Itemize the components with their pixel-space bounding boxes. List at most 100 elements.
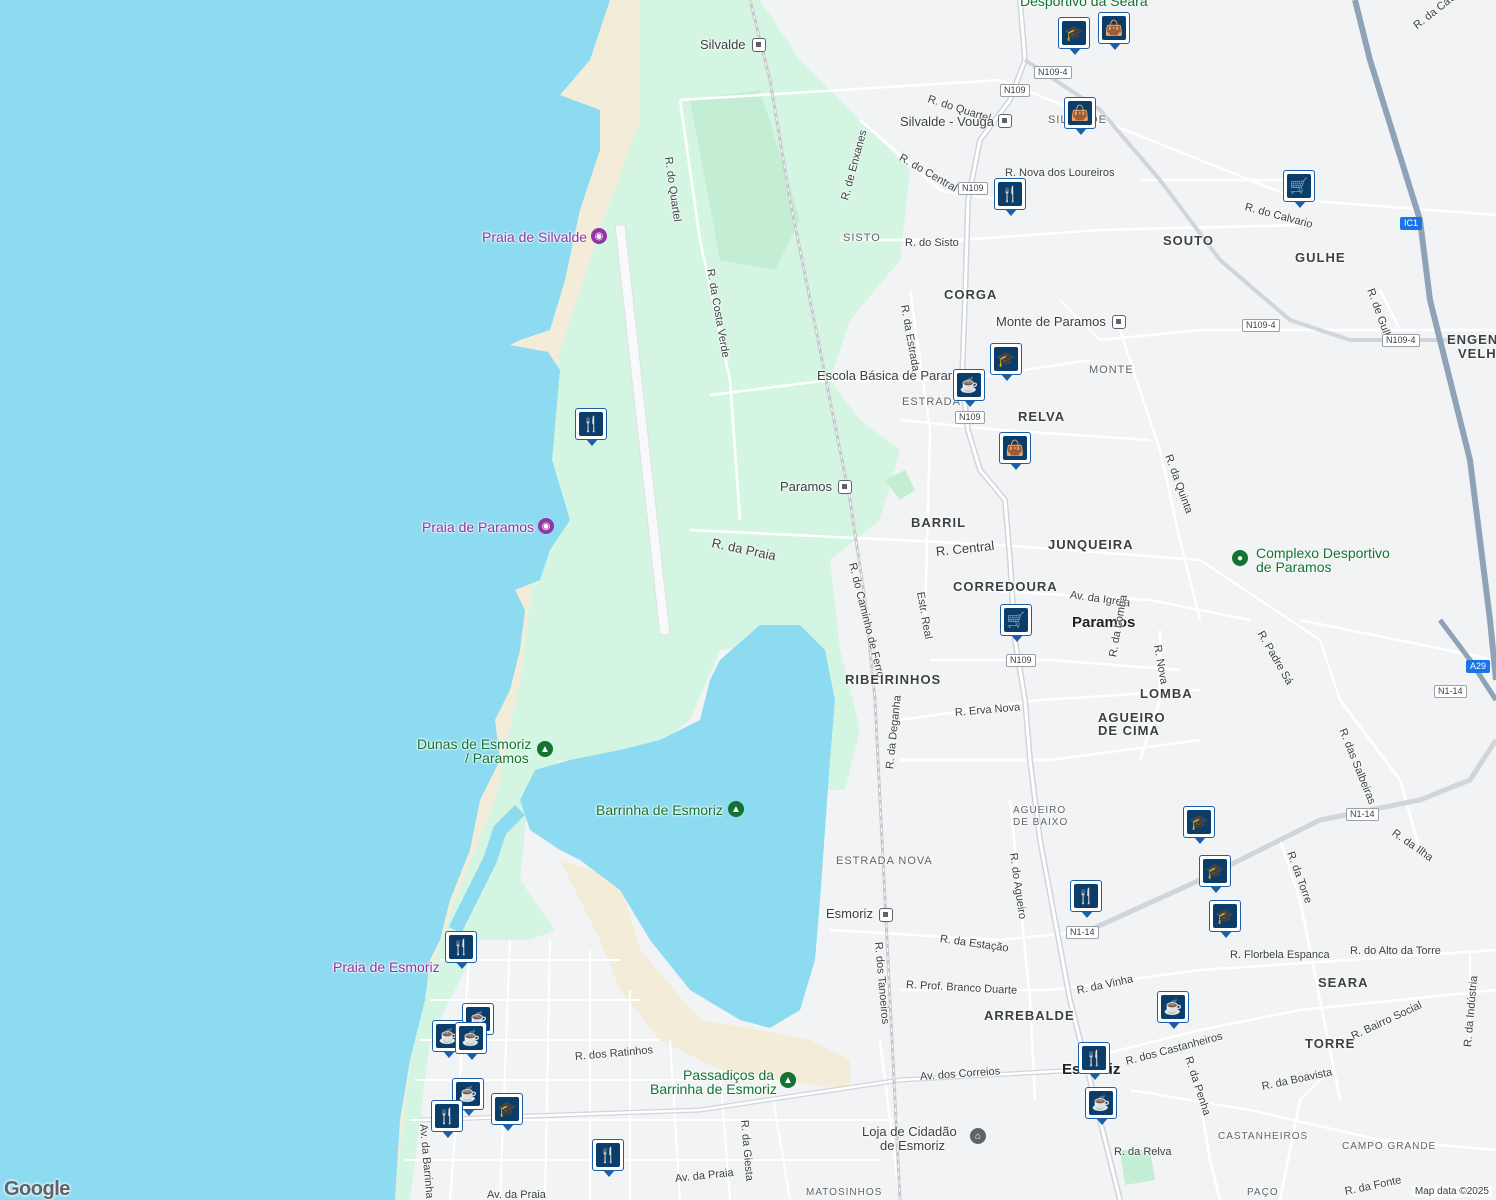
label-paramos-station: Paramos <box>780 479 833 494</box>
restaurant-icon: 🍴 <box>579 412 603 436</box>
cart-marker[interactable]: 🛒 <box>1283 170 1317 208</box>
poi-passadicos-2[interactable]: Barrinha de Esmoriz <box>650 1082 777 1096</box>
label-loja-2: de Esmoriz <box>880 1138 946 1153</box>
map-attribution[interactable]: Map data ©2025 <box>1411 1186 1492 1197</box>
label-agueiro-cima-2: DE CIMA <box>1098 723 1160 738</box>
restaurant-marker[interactable]: 🍴 <box>431 1100 465 1138</box>
shopping-cart-icon: 🛒 <box>1287 174 1311 198</box>
label-escola: Escola Básica de Paramos <box>817 369 952 383</box>
school-marker[interactable]: 🎓 <box>1199 855 1233 893</box>
tree-icon[interactable]: ▲ <box>728 801 744 817</box>
label-sisto: SISTO <box>843 232 881 244</box>
cafe-icon: ☕ <box>459 1026 483 1050</box>
cafe-icon: ☕ <box>1161 995 1185 1019</box>
label-agueiro-baixo-2: DE BAIXO <box>1013 817 1069 828</box>
street-r-sisto: R. do Sisto <box>905 237 959 249</box>
school-icon: 🎓 <box>994 347 1018 371</box>
label-matosinhos: MATOSINHOS <box>806 1187 883 1198</box>
cafe-icon: ☕ <box>957 373 981 397</box>
shopping-cart-icon: 🛒 <box>1004 608 1028 632</box>
school-marker[interactable]: 🎓 <box>1209 900 1243 938</box>
label-lomba: LOMBA <box>1140 686 1193 701</box>
map-base <box>0 0 1496 1200</box>
poi-complexo-2[interactable]: de Paramos <box>1256 560 1331 574</box>
label-corga: CORGA <box>944 287 998 302</box>
poi-praia-paramos[interactable]: Praia de Paramos <box>422 520 534 534</box>
label-esmoriz-station: Esmoriz <box>826 906 873 921</box>
shop-marker[interactable]: 👜 <box>999 432 1033 470</box>
school-marker[interactable]: 🎓 <box>990 343 1024 381</box>
label-desportivo-seara: Desportivo da Seara <box>1020 0 1148 9</box>
cafe-marker[interactable]: ☕ <box>1085 1087 1119 1125</box>
label-velh: VELH <box>1458 346 1496 361</box>
school-marker[interactable]: 🎓 <box>1183 806 1217 844</box>
shield-n109-4: N109-4 <box>1242 319 1280 332</box>
cart-marker[interactable]: 🛒 <box>1000 604 1034 642</box>
shield-ic1: IC1 <box>1400 217 1423 230</box>
restaurant-marker[interactable]: 🍴 <box>1070 880 1104 918</box>
label-monte: MONTE <box>1089 364 1134 376</box>
label-barril: BARRIL <box>911 515 967 530</box>
poi-complexo[interactable]: Complexo Desportivo <box>1256 546 1390 560</box>
label-campo-grande: CAMPO GRANDE <box>1342 1141 1437 1152</box>
monte-paramos-station-icon[interactable] <box>1112 315 1126 329</box>
restaurant-marker[interactable]: 🍴 <box>994 178 1028 216</box>
street-r-florbela: R. Florbela Espanca <box>1230 949 1330 961</box>
shop-marker[interactable]: 👜 <box>1098 12 1132 50</box>
restaurant-marker[interactable]: 🍴 <box>1078 1042 1112 1080</box>
silvalde-station-icon[interactable] <box>752 38 766 52</box>
street-av-praia-2: Av. da Praia <box>487 1189 546 1200</box>
map[interactable]: Silvalde Desportivo da Seara R. da Cavad… <box>0 0 1496 1200</box>
paramos-station-icon[interactable] <box>838 480 852 494</box>
restaurant-icon: 🍴 <box>1074 884 1098 908</box>
poi-passadicos[interactable]: Passadiços da <box>683 1068 774 1082</box>
label-estrada-nova: ESTRADA NOVA <box>836 855 933 867</box>
school-icon: 🎓 <box>1213 904 1237 928</box>
poi-praia-esmoriz[interactable]: Praia de Esmoriz <box>333 960 440 974</box>
label-engen: ENGEN <box>1447 332 1496 347</box>
poi-dunas[interactable]: Dunas de Esmoriz <box>417 737 531 751</box>
camera-icon[interactable]: ◉ <box>591 228 607 244</box>
school-icon: 🎓 <box>1187 810 1211 834</box>
tree-icon[interactable]: ▲ <box>537 741 553 757</box>
restaurant-marker[interactable]: 🍴 <box>592 1139 626 1177</box>
shopping-bag-icon: 👜 <box>1003 436 1027 460</box>
restaurant-icon: 🍴 <box>435 1104 459 1128</box>
school-marker[interactable]: 🎓 <box>1058 17 1092 55</box>
label-silvalde: Silvalde <box>700 37 746 52</box>
school-icon: 🎓 <box>495 1097 519 1121</box>
school-marker[interactable]: 🎓 <box>491 1093 525 1131</box>
label-seara: SEARA <box>1318 975 1369 990</box>
label-paco: PAÇO <box>1247 1187 1279 1198</box>
restaurant-marker[interactable]: 🍴 <box>575 408 609 446</box>
shield-n1-14: N1-14 <box>1066 926 1099 939</box>
cafe-marker[interactable]: ☕ <box>953 369 987 407</box>
google-logo: Google <box>4 1178 70 1200</box>
label-castanheiros: CASTANHEIROS <box>1218 1131 1309 1142</box>
government-icon[interactable]: ⌂ <box>970 1128 986 1144</box>
street-r-alto-torre: R. do Alto da Torre <box>1350 945 1441 957</box>
tree-icon[interactable]: ▲ <box>780 1072 796 1088</box>
label-torre: TORRE <box>1305 1036 1356 1051</box>
poi-praia-silvalde[interactable]: Praia de Silvalde <box>482 230 587 244</box>
camera-icon[interactable]: ◉ <box>538 518 554 534</box>
poi-barrinha[interactable]: Barrinha de Esmoriz <box>596 803 723 817</box>
shopping-bag-icon: 👜 <box>1068 101 1092 125</box>
restaurant-marker[interactable]: 🍴 <box>445 931 479 969</box>
shield-n109: N109 <box>958 182 988 195</box>
silvalde-vouga-station-icon[interactable] <box>998 114 1012 128</box>
school-icon: 🎓 <box>1062 21 1086 45</box>
cafe-marker[interactable]: ☕ <box>455 1022 489 1060</box>
label-relva: RELVA <box>1018 409 1066 424</box>
restaurant-icon: 🍴 <box>449 935 473 959</box>
label-ribeirinhos: RIBEIRINHOS <box>845 672 942 687</box>
shop-marker[interactable]: 👜 <box>1064 97 1098 135</box>
stadium-icon[interactable]: ● <box>1232 550 1248 566</box>
street-r-relva: R. da Relva <box>1114 1146 1172 1158</box>
restaurant-icon: 🍴 <box>596 1143 620 1167</box>
shield-n109-4: N109-4 <box>1382 334 1420 347</box>
poi-dunas-2[interactable]: / Paramos <box>465 751 529 765</box>
esmoriz-station-icon[interactable] <box>879 908 893 922</box>
shield-n109: N109 <box>955 411 985 424</box>
cafe-marker[interactable]: ☕ <box>1157 991 1191 1029</box>
